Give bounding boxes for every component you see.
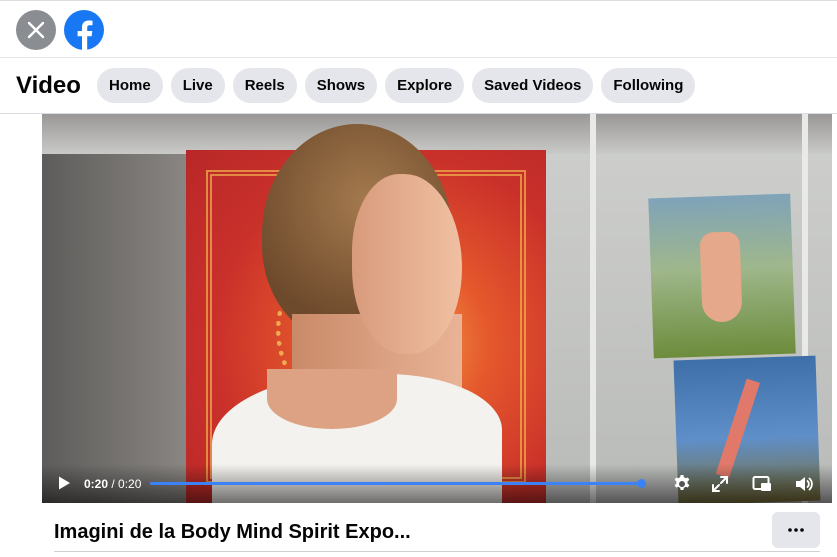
tab-home[interactable]: Home xyxy=(97,68,163,103)
settings-gear-icon[interactable] xyxy=(672,474,692,494)
video-frame-panel-edge xyxy=(590,114,596,503)
close-button[interactable] xyxy=(16,10,56,50)
close-icon xyxy=(27,21,45,39)
page-title: Video xyxy=(16,72,81,99)
tab-reels[interactable]: Reels xyxy=(232,68,297,103)
video-frame-poster xyxy=(648,193,796,359)
video-nav: Video Home Live Reels Shows Explore Save… xyxy=(0,58,837,114)
more-options-button[interactable] xyxy=(772,512,820,548)
duration: 0:20 xyxy=(118,477,142,491)
video-title[interactable]: Imagini de la Body Mind Spirit Expo... xyxy=(54,520,411,544)
time-separator: / xyxy=(108,477,119,491)
tab-shows[interactable]: Shows xyxy=(304,68,378,103)
video-frame-ceiling xyxy=(42,114,832,154)
tab-live[interactable]: Live xyxy=(170,68,225,103)
bottom-divider xyxy=(54,551,820,552)
current-time: 0:20 xyxy=(84,477,109,491)
time-display: 0:20 / 0:20 xyxy=(84,477,141,491)
top-bar xyxy=(0,0,837,58)
video-player[interactable]: 0:20 / 0:20 xyxy=(42,114,832,503)
facebook-logo-icon[interactable] xyxy=(64,10,104,50)
picture-in-picture-icon[interactable] xyxy=(752,474,772,494)
progress-bar[interactable] xyxy=(150,479,647,488)
volume-icon[interactable] xyxy=(794,474,814,494)
more-options-icon xyxy=(788,528,804,532)
tab-explore[interactable]: Explore xyxy=(385,68,465,103)
video-frame-wall xyxy=(42,114,192,503)
progress-fill xyxy=(150,482,642,485)
tab-following[interactable]: Following xyxy=(601,68,696,103)
play-icon[interactable] xyxy=(56,475,72,491)
video-frame-person xyxy=(267,369,397,429)
tab-saved-videos[interactable]: Saved Videos xyxy=(472,68,594,103)
video-controls: 0:20 / 0:20 xyxy=(42,464,832,503)
progress-knob[interactable] xyxy=(637,479,647,488)
video-tabs: Home Live Reels Shows Explore Saved Vide… xyxy=(97,68,696,103)
fullscreen-expand-icon[interactable] xyxy=(710,474,730,494)
video-info: Imagini de la Body Mind Spirit Expo... xyxy=(0,503,837,557)
